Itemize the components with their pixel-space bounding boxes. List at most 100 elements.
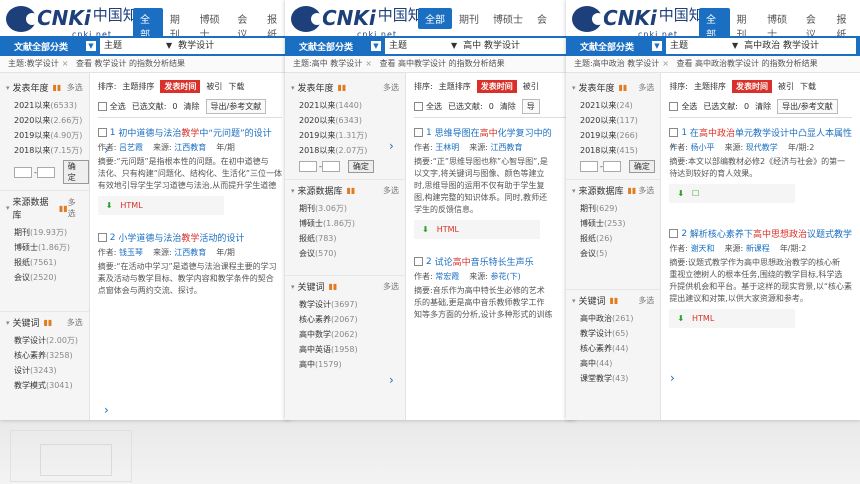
result-checkbox[interactable] bbox=[97, 128, 107, 137]
facet-year-title[interactable]: ▾ 发表年度 ▮▮ 多选 bbox=[0, 77, 89, 98]
select-all-label[interactable]: 全选 bbox=[110, 101, 126, 112]
multi-select-link[interactable]: 多选 bbox=[68, 197, 83, 219]
result-title[interactable]: 1 在高中政治 单元教学设计中凸显人本属性 bbox=[669, 126, 852, 139]
facet-item[interactable]: 2019以来(1.31万) bbox=[285, 128, 405, 143]
sort-topic[interactable]: 主题排序 bbox=[122, 81, 154, 92]
chart-icon[interactable]: ▮▮ bbox=[338, 83, 347, 92]
index-analysis-link[interactable]: 查看 教学设计 的指数分析结果 bbox=[76, 59, 185, 68]
facet-item[interactable]: 2020以来(6343) bbox=[285, 113, 405, 128]
chart-icon[interactable]: ▮▮ bbox=[44, 318, 53, 327]
result-title[interactable]: 2 解析核心素养下 高中思想政治 议题式教学 bbox=[669, 227, 852, 240]
facet-item[interactable]: 期刊(19.93万) bbox=[0, 225, 89, 240]
sort-time[interactable]: 发表时间 bbox=[160, 79, 201, 93]
export-button[interactable]: 导出/参考文献 bbox=[777, 98, 838, 114]
read-icon[interactable]: ☐ bbox=[692, 189, 699, 198]
year-to-input[interactable] bbox=[36, 166, 55, 178]
facet-source-title[interactable]: ▾ 来源数据库 ▮▮ 多选 bbox=[0, 190, 89, 225]
select-all-checkbox[interactable] bbox=[669, 101, 679, 111]
sort-cite[interactable]: 被引 bbox=[523, 81, 539, 92]
html-read-button[interactable]: HTML bbox=[692, 314, 714, 323]
facet-item[interactable]: 高中(44) bbox=[566, 356, 660, 371]
chevron-down-icon[interactable]: ▼ bbox=[449, 38, 460, 54]
export-button[interactable]: 导出/参考文献 bbox=[205, 98, 267, 114]
index-analysis-link[interactable]: 查看 高中政治教学设计 的指数分析结果 bbox=[677, 59, 818, 68]
multi-select-link[interactable]: 多选 bbox=[638, 82, 654, 93]
close-icon[interactable]: × bbox=[365, 59, 372, 68]
download-icon[interactable]: ⬇ bbox=[677, 314, 684, 323]
search-input[interactable]: 高中 教学设计 bbox=[459, 38, 571, 54]
field-select[interactable]: 主题 bbox=[385, 38, 449, 54]
download-icon[interactable]: ⬇ bbox=[677, 189, 684, 198]
result-checkbox[interactable] bbox=[414, 257, 423, 266]
result-title[interactable]: 2 试论 高中 音乐特长生声乐 bbox=[414, 255, 567, 268]
select-all-checkbox[interactable] bbox=[97, 101, 107, 111]
source-link[interactable]: 江西教育 bbox=[174, 248, 206, 257]
facet-item[interactable]: 2019以来(266) bbox=[566, 128, 660, 143]
search-input[interactable]: 教学设计 bbox=[174, 38, 286, 54]
confirm-button[interactable]: 确定 bbox=[347, 160, 374, 173]
result-title[interactable]: 1 初中道德与法治 教学 中“元问题”的设计 bbox=[97, 126, 282, 139]
sort-topic[interactable]: 主题排序 bbox=[439, 81, 471, 92]
field-select[interactable]: 主题 bbox=[666, 38, 730, 54]
index-analysis-link[interactable]: 查看 高中教学设计 的指数分析结果 bbox=[380, 59, 505, 68]
close-icon[interactable]: × bbox=[62, 59, 69, 68]
facet-source-title[interactable]: ▾ 来源数据库 ▮▮ 多选 bbox=[285, 179, 405, 201]
tab-thesis[interactable]: 博硕士 bbox=[486, 8, 530, 29]
facet-year-title[interactable]: ▾ 发表年度 ▮▮ 多选 bbox=[566, 77, 660, 98]
facet-item[interactable]: 教学设计(65) bbox=[566, 326, 660, 341]
multi-select-link[interactable]: 多选 bbox=[383, 281, 399, 292]
facet-item[interactable]: 2020以来(117) bbox=[566, 113, 660, 128]
facet-item[interactable]: 2018以来(2.07万) bbox=[285, 143, 405, 158]
facet-item[interactable]: 会议(2520) bbox=[0, 270, 89, 285]
facet-item[interactable]: 博硕士(253) bbox=[566, 216, 660, 231]
sort-cite[interactable]: 被引 bbox=[778, 81, 794, 92]
facet-source-title[interactable]: ▾ 来源数据库 ▮▮ 多选 bbox=[566, 179, 661, 201]
scope-select[interactable]: 文献全部分类 bbox=[566, 40, 652, 53]
result-checkbox[interactable] bbox=[414, 128, 423, 137]
chevron-down-icon[interactable]: ▼ bbox=[652, 41, 662, 51]
confirm-button[interactable]: 确定 bbox=[62, 160, 89, 184]
download-icon[interactable]: ⬇ bbox=[422, 225, 429, 234]
field-select[interactable]: 主题 bbox=[100, 38, 164, 54]
sort-topic[interactable]: 主题排序 bbox=[694, 81, 726, 92]
search-input[interactable]: 高中政治 教学设计 bbox=[740, 38, 856, 54]
select-all-label[interactable]: 全选 bbox=[681, 101, 697, 112]
facet-keyword-title[interactable]: ▾ 关键词 ▮▮ 多选 bbox=[0, 311, 89, 333]
facet-item[interactable]: 2021以来(24) bbox=[566, 98, 660, 113]
result-checkbox[interactable] bbox=[97, 233, 107, 242]
facet-item[interactable]: 会议(570) bbox=[285, 246, 405, 261]
source-link[interactable]: 江西教育 bbox=[491, 143, 523, 152]
multi-select-link[interactable]: 多选 bbox=[383, 185, 399, 196]
clear-button[interactable]: 清除 bbox=[755, 101, 771, 112]
chart-icon[interactable]: ▮▮ bbox=[619, 83, 628, 92]
facet-item[interactable]: 核心素养(44) bbox=[566, 341, 660, 356]
source-link[interactable]: 新课程 bbox=[746, 244, 770, 253]
facet-item[interactable]: 会议(5) bbox=[566, 246, 660, 261]
facet-item[interactable]: 设计(3243) bbox=[0, 363, 89, 378]
tab-conference[interactable]: 会 bbox=[530, 8, 554, 29]
result-title[interactable]: 2 小学道德与法治 教学 活动的设计 bbox=[97, 231, 282, 244]
result-title[interactable]: 1 思维导图在 高中 化学复习中的 bbox=[414, 126, 567, 139]
author-link[interactable]: 常宏霞 bbox=[435, 272, 459, 281]
chart-icon[interactable]: ▮▮ bbox=[53, 83, 62, 92]
clear-button[interactable]: 清除 bbox=[184, 101, 200, 112]
facet-item[interactable]: 报纸(7561) bbox=[0, 255, 89, 270]
multi-select-link[interactable]: 多选 bbox=[638, 295, 654, 306]
source-link[interactable]: 参花(下) bbox=[491, 272, 521, 281]
chevron-down-icon[interactable]: ▼ bbox=[164, 38, 175, 54]
chevron-down-icon[interactable]: ▼ bbox=[371, 41, 381, 51]
facet-item[interactable]: 报纸(783) bbox=[285, 231, 405, 246]
facet-item[interactable]: 报纸(26) bbox=[566, 231, 660, 246]
chart-icon[interactable]: ▮▮ bbox=[59, 204, 68, 213]
facet-item[interactable]: 2020以来(2.66万) bbox=[0, 113, 89, 128]
select-all-checkbox[interactable] bbox=[414, 101, 423, 111]
select-all-label[interactable]: 全选 bbox=[426, 101, 442, 112]
export-button[interactable]: 导 bbox=[521, 98, 540, 114]
chart-icon[interactable]: ▮▮ bbox=[628, 186, 637, 195]
facet-item[interactable]: 2021以来(6533) bbox=[0, 98, 89, 113]
multi-select-link[interactable]: 多选 bbox=[383, 82, 399, 93]
sort-time[interactable]: 发表时间 bbox=[476, 79, 517, 93]
facet-item[interactable]: 高中政治(261) bbox=[566, 311, 660, 326]
year-to-input[interactable] bbox=[321, 161, 340, 172]
chevron-right-icon[interactable]: › bbox=[389, 139, 394, 153]
